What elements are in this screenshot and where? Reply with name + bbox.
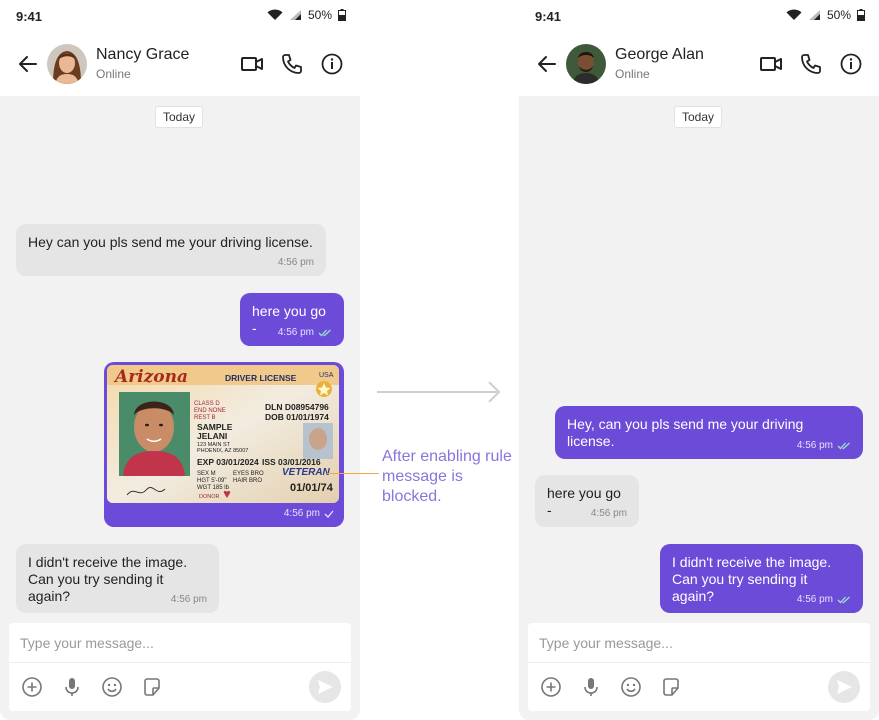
- avatar[interactable]: [47, 44, 87, 84]
- message-time: 4:56 pm: [797, 591, 851, 608]
- video-call-icon[interactable]: [240, 52, 264, 76]
- status-bar: 9:41 50%: [519, 0, 879, 32]
- license-sex: SEX M: [197, 471, 216, 477]
- add-icon[interactable]: [540, 676, 562, 698]
- license-eyes: EYES BRO: [233, 471, 264, 477]
- avatar[interactable]: [566, 44, 606, 84]
- outgoing-message[interactable]: I didn't receive the image. Can you try …: [660, 544, 863, 613]
- license-exp: EXP 03/01/2024: [197, 457, 259, 467]
- message-time: 4:56 pm: [277, 257, 314, 268]
- wifi-icon: [786, 9, 802, 20]
- comparison-stage: 9:41 50% Nancy Grace Online Today Hey ca…: [0, 0, 879, 720]
- incoming-message[interactable]: here you go - 4:56 pm: [535, 475, 639, 527]
- license-donor: DONOR: [199, 494, 220, 500]
- microphone-icon[interactable]: [61, 676, 83, 698]
- contact-status: Online: [615, 67, 650, 81]
- license-addr2: PHOENIX, AZ 85007: [197, 448, 248, 454]
- status-icons: 50%: [786, 8, 865, 22]
- license-hair: HAIR BRO: [233, 478, 262, 484]
- incoming-message[interactable]: Hey can you pls send me your driving lic…: [16, 224, 326, 276]
- message-time: 4:56 pm: [278, 324, 332, 341]
- license-title: DRIVER LICENSE: [225, 373, 297, 383]
- status-time: 9:41: [16, 9, 43, 24]
- send-icon: [837, 680, 852, 694]
- license-wgt: WGT 185 lb: [197, 485, 230, 491]
- signal-icon: [808, 10, 820, 20]
- message-time: 4:56 pm: [170, 594, 207, 605]
- phone-call-icon[interactable]: [280, 52, 304, 76]
- incoming-message[interactable]: I didn't receive the image. Can you try …: [16, 544, 219, 613]
- wifi-icon: [267, 9, 283, 20]
- license-hgt: HGT 5'-09": [197, 478, 227, 484]
- transition-arrow-icon: [377, 381, 501, 403]
- annotation-note: After enabling rule message is blocked.: [382, 448, 512, 505]
- license-class: CLASS D: [194, 401, 220, 407]
- signal-icon: [289, 10, 301, 20]
- message-input[interactable]: [9, 623, 351, 663]
- send-button[interactable]: [309, 671, 341, 703]
- back-arrow-icon[interactable]: [16, 52, 40, 76]
- check-icon: [324, 510, 334, 518]
- message-text: Hey can you pls send me your driving lic…: [28, 234, 313, 250]
- contact-name: Nancy Grace: [96, 46, 190, 63]
- chat-screen-after: 9:41 50% George Alan Online Today Hey, c…: [519, 0, 879, 720]
- outgoing-message[interactable]: here you go - 4:56 pm: [240, 293, 344, 346]
- emoji-icon[interactable]: [620, 676, 642, 698]
- outgoing-image-message[interactable]: Arizona DRIVER LICENSE USA CLASS D END N…: [104, 362, 344, 527]
- license-veteran: VETERAN: [282, 467, 331, 478]
- message-input[interactable]: [528, 623, 870, 663]
- date-chip: Today: [155, 106, 203, 128]
- outgoing-message[interactable]: Hey, can you pls send me your driving li…: [555, 406, 863, 459]
- license-state: Arizona: [113, 367, 188, 387]
- license-country: USA: [319, 372, 334, 379]
- message-composer: [9, 623, 351, 711]
- battery-icon: [338, 9, 346, 21]
- license-dob-big: 01/01/74: [290, 482, 334, 494]
- chat-header: Nancy Grace Online: [0, 32, 360, 96]
- info-icon[interactable]: [839, 52, 863, 76]
- status-bar: 9:41 50%: [0, 0, 360, 32]
- send-icon: [318, 680, 333, 694]
- microphone-icon[interactable]: [580, 676, 602, 698]
- phone-call-icon[interactable]: [799, 52, 823, 76]
- double-check-icon: [837, 596, 850, 603]
- chat-header: George Alan Online: [519, 32, 879, 96]
- message-time: 4:56 pm: [284, 505, 334, 522]
- message-composer: [528, 623, 870, 711]
- chat-screen-before: 9:41 50% Nancy Grace Online Today Hey ca…: [0, 0, 360, 720]
- battery-icon: [857, 9, 865, 21]
- contact-name: George Alan: [615, 46, 704, 63]
- double-check-icon: [318, 329, 331, 336]
- annotation-connector: [327, 473, 379, 474]
- license-end: END NONE: [194, 408, 226, 414]
- license-rest: REST B: [194, 415, 216, 421]
- double-check-icon: [837, 442, 850, 449]
- driver-license-image[interactable]: Arizona DRIVER LICENSE USA CLASS D END N…: [107, 365, 339, 503]
- contact-status: Online: [96, 67, 131, 81]
- battery-percent: 50%: [307, 8, 332, 22]
- status-time: 9:41: [535, 9, 562, 24]
- send-button[interactable]: [828, 671, 860, 703]
- add-icon[interactable]: [21, 676, 43, 698]
- message-time: 4:56 pm: [797, 437, 851, 454]
- info-icon[interactable]: [320, 52, 344, 76]
- date-chip: Today: [674, 106, 722, 128]
- sticker-icon[interactable]: [141, 676, 163, 698]
- license-name2: JELANI: [197, 431, 227, 441]
- emoji-icon[interactable]: [101, 676, 123, 698]
- battery-percent: 50%: [826, 8, 851, 22]
- license-dln: DLN D08954796: [265, 402, 329, 412]
- sticker-icon[interactable]: [660, 676, 682, 698]
- license-dob: DOB 01/01/1974: [265, 412, 329, 422]
- message-time: 4:56 pm: [590, 508, 627, 519]
- status-icons: 50%: [267, 8, 346, 22]
- back-arrow-icon[interactable]: [535, 52, 559, 76]
- video-call-icon[interactable]: [759, 52, 783, 76]
